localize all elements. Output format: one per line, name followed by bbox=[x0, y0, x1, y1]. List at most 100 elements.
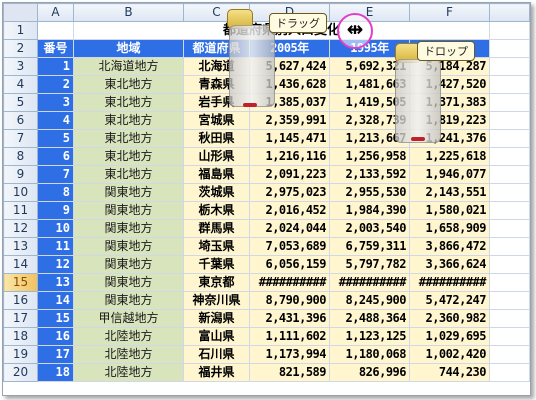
cell-no[interactable]: 5 bbox=[37, 129, 74, 148]
cell[interactable] bbox=[489, 93, 530, 112]
cell-region[interactable]: 東北地方 bbox=[73, 111, 184, 130]
cell[interactable] bbox=[489, 327, 530, 346]
cell-prefecture[interactable]: 福井県 bbox=[183, 363, 250, 382]
cell[interactable] bbox=[489, 129, 530, 148]
cell-no[interactable]: 3 bbox=[37, 93, 74, 112]
cell-no[interactable]: 11 bbox=[37, 237, 74, 256]
row-header[interactable]: 4 bbox=[3, 75, 38, 94]
cell-1995[interactable]: 5,797,782 bbox=[329, 255, 410, 274]
row-header[interactable]: 8 bbox=[3, 147, 38, 166]
cell-region[interactable]: 東北地方 bbox=[73, 165, 184, 184]
cell-region[interactable]: 関東地方 bbox=[73, 291, 184, 310]
cell-no[interactable]: 18 bbox=[37, 363, 74, 382]
cell-region[interactable]: 東北地方 bbox=[73, 93, 184, 112]
cell-prefecture[interactable]: 富山県 bbox=[183, 327, 250, 346]
cell-2005[interactable]: 7,053,689 bbox=[249, 237, 330, 256]
cell-2005[interactable]: 2,431,396 bbox=[249, 309, 330, 328]
cell-1970[interactable]: 2,143,551 bbox=[409, 183, 490, 202]
cell-prefecture[interactable]: 埼玉県 bbox=[183, 237, 250, 256]
cell-1995[interactable]: 6,759,311 bbox=[329, 237, 410, 256]
cell-prefecture[interactable]: 神奈川県 bbox=[183, 291, 250, 310]
cell-region[interactable]: 関東地方 bbox=[73, 183, 184, 202]
cell-region[interactable]: 甲信越地方 bbox=[73, 309, 184, 328]
cell-2005[interactable]: 2,091,223 bbox=[249, 165, 330, 184]
cell[interactable] bbox=[489, 237, 530, 256]
row-header[interactable]: 12 bbox=[3, 219, 38, 238]
cell-2005[interactable]: 2,016,452 bbox=[249, 201, 330, 220]
cell-1995[interactable]: 1,123,125 bbox=[329, 327, 410, 346]
row-header[interactable]: 7 bbox=[3, 129, 38, 148]
cell-no[interactable]: 12 bbox=[37, 255, 74, 274]
cell-region[interactable]: 北陸地方 bbox=[73, 363, 184, 382]
cell-no[interactable]: 9 bbox=[37, 201, 74, 220]
cell-region[interactable]: 関東地方 bbox=[73, 201, 184, 220]
cell-no[interactable]: 16 bbox=[37, 327, 74, 346]
row-header[interactable]: 10 bbox=[3, 183, 38, 202]
cell-1970[interactable]: 3,366,624 bbox=[409, 255, 490, 274]
row-header[interactable]: 5 bbox=[3, 93, 38, 112]
cell-prefecture[interactable]: 新潟県 bbox=[183, 309, 250, 328]
cell-1995[interactable]: 2,488,364 bbox=[329, 309, 410, 328]
cell-no[interactable]: 13 bbox=[37, 273, 74, 292]
cell-2005[interactable]: 2,975,023 bbox=[249, 183, 330, 202]
cell[interactable] bbox=[489, 219, 530, 238]
cell[interactable] bbox=[489, 201, 530, 220]
cell-1970[interactable]: 5,472,247 bbox=[409, 291, 490, 310]
cell-2005[interactable]: 2,359,991 bbox=[249, 111, 330, 130]
cell-1970[interactable]: 1,029,695 bbox=[409, 327, 490, 346]
cell-2005[interactable]: 2,024,044 bbox=[249, 219, 330, 238]
row-header[interactable]: 9 bbox=[3, 165, 38, 184]
cell[interactable] bbox=[489, 363, 530, 382]
cell-1995[interactable]: 1,180,068 bbox=[329, 345, 410, 364]
column-header-f[interactable]: F bbox=[409, 3, 490, 22]
row-header[interactable]: 18 bbox=[3, 327, 38, 346]
cell-2005[interactable]: ########## bbox=[249, 273, 330, 292]
cell-prefecture[interactable]: 千葉県 bbox=[183, 255, 250, 274]
cell-1995[interactable]: 2,133,592 bbox=[329, 165, 410, 184]
row-header[interactable]: 16 bbox=[3, 291, 38, 310]
cell-1995[interactable]: 2,003,540 bbox=[329, 219, 410, 238]
cell[interactable] bbox=[489, 165, 530, 184]
cell-prefecture[interactable]: 福島県 bbox=[183, 165, 250, 184]
cell-1970[interactable]: 1,580,021 bbox=[409, 201, 490, 220]
row-header[interactable]: 19 bbox=[3, 345, 38, 364]
cell-1970[interactable]: 1,946,077 bbox=[409, 165, 490, 184]
cell-no[interactable]: 1 bbox=[37, 57, 74, 76]
cell-region[interactable]: 関東地方 bbox=[73, 219, 184, 238]
row-header[interactable]: 20 bbox=[3, 363, 38, 382]
cell-prefecture[interactable]: 山形県 bbox=[183, 147, 250, 166]
cell-1970[interactable]: 1,658,909 bbox=[409, 219, 490, 238]
cell-prefecture[interactable]: 東京都 bbox=[183, 273, 250, 292]
cell-region[interactable]: 関東地方 bbox=[73, 237, 184, 256]
cell-no[interactable]: 14 bbox=[37, 291, 74, 310]
cell[interactable] bbox=[489, 309, 530, 328]
cell-1970[interactable]: 1,002,420 bbox=[409, 345, 490, 364]
cell-prefecture[interactable]: 栃木県 bbox=[183, 201, 250, 220]
cell-no[interactable]: 6 bbox=[37, 147, 74, 166]
cell-prefecture[interactable]: 秋田県 bbox=[183, 129, 250, 148]
cell-1970[interactable]: 744,230 bbox=[409, 363, 490, 382]
cell-prefecture[interactable]: 石川県 bbox=[183, 345, 250, 364]
row-header[interactable]: 2 bbox=[3, 39, 38, 58]
cell[interactable] bbox=[489, 273, 530, 292]
cell-2005[interactable]: 1,111,602 bbox=[249, 327, 330, 346]
cell[interactable] bbox=[489, 345, 530, 364]
cell-region[interactable]: 北陸地方 bbox=[73, 345, 184, 364]
cell[interactable] bbox=[489, 57, 530, 76]
cell-2005[interactable]: 6,056,159 bbox=[249, 255, 330, 274]
column-header-a[interactable]: A bbox=[37, 3, 74, 22]
cell-region[interactable]: 東北地方 bbox=[73, 147, 184, 166]
column-header-b[interactable]: B bbox=[73, 3, 184, 22]
cell-1995[interactable]: 8,245,900 bbox=[329, 291, 410, 310]
row-header[interactable]: 3 bbox=[3, 57, 38, 76]
row-header[interactable]: 14 bbox=[3, 255, 38, 274]
cell[interactable] bbox=[489, 75, 530, 94]
cell[interactable] bbox=[489, 21, 530, 40]
cell-region[interactable]: 東北地方 bbox=[73, 129, 184, 148]
cell-2005[interactable]: 821,589 bbox=[249, 363, 330, 382]
cell-region[interactable]: 北陸地方 bbox=[73, 327, 184, 346]
column-header-g[interactable] bbox=[489, 3, 530, 22]
cell[interactable] bbox=[489, 39, 530, 58]
row-header[interactable]: 13 bbox=[3, 237, 38, 256]
cell-1995[interactable]: ########## bbox=[329, 273, 410, 292]
